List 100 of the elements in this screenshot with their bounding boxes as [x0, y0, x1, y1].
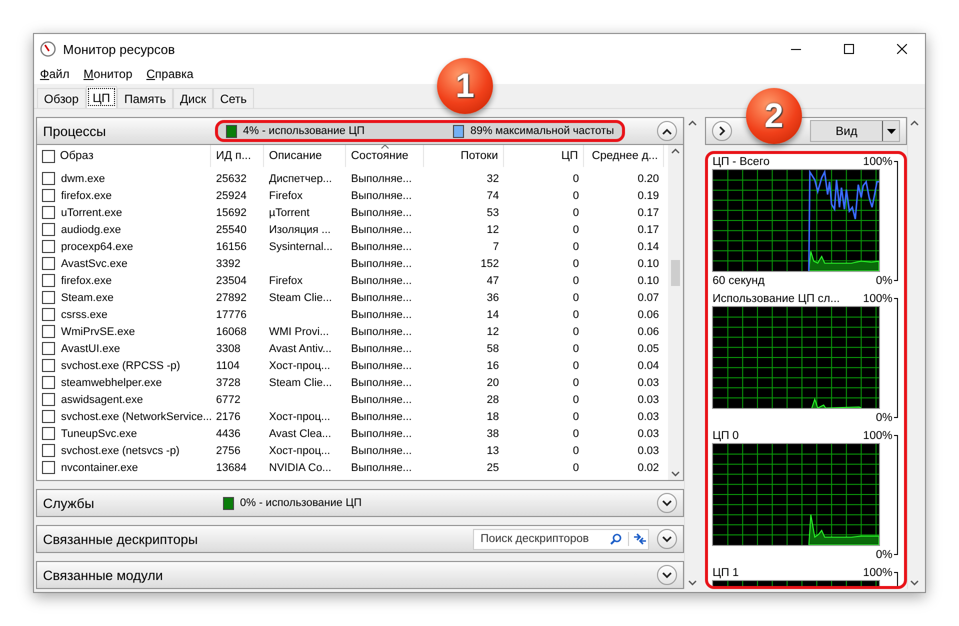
checkbox[interactable]	[42, 342, 55, 355]
graph-title: ЦП 0	[712, 430, 739, 442]
table-cell-text: 0	[572, 224, 580, 236]
table-cell-text: 0.17	[636, 224, 660, 236]
checkbox[interactable]	[42, 376, 55, 389]
table-cell: TuneupSvc.exe	[61, 428, 138, 440]
tab[interactable]: Обзор	[37, 88, 86, 108]
column-header[interactable]: ЦП	[504, 145, 584, 167]
table-cell: audiodg.exe	[61, 224, 121, 236]
checkbox[interactable]	[42, 461, 55, 474]
table-cell-text: Диспетчер...	[268, 172, 333, 184]
checkbox[interactable]	[42, 444, 55, 457]
table-cell-text: 0.03	[636, 428, 660, 440]
scroll-up-icon[interactable]	[910, 120, 919, 126]
checkbox[interactable]	[42, 393, 55, 406]
tab[interactable]: Диск	[172, 88, 214, 108]
tab[interactable]: ЦП	[86, 86, 118, 108]
checkbox[interactable]	[42, 410, 55, 423]
checkbox[interactable]	[42, 240, 55, 253]
scrollbar[interactable]	[668, 145, 684, 480]
table-cell-text: 0.02	[636, 462, 660, 474]
expand-toggle[interactable]	[657, 565, 678, 585]
table-cell-text: 47	[486, 274, 500, 286]
view-dropdown[interactable]: Вид	[810, 120, 900, 142]
column-header[interactable]: Состояние	[346, 145, 424, 167]
checkbox[interactable]	[42, 325, 55, 338]
collapse-panel-button[interactable]	[712, 121, 732, 141]
table-cell-text: 0.05	[636, 342, 660, 354]
scroll-down-icon[interactable]	[688, 580, 697, 586]
column-header[interactable]: Описание	[264, 145, 346, 167]
checkbox[interactable]	[42, 427, 55, 440]
table-cell-text: Выполняе...	[350, 410, 413, 422]
graph-min-label: 0%	[876, 274, 892, 286]
checkbox[interactable]	[42, 206, 55, 219]
checkbox[interactable]	[42, 223, 55, 236]
table-cell-text: 58	[486, 342, 500, 354]
scroll-thumb[interactable]	[671, 260, 680, 286]
table-cell-text: 15692	[215, 206, 248, 218]
column-header[interactable]: Потоки	[424, 145, 504, 167]
table-cell: svchost.exe (netsvcs -p)	[61, 444, 180, 456]
expand-toggle[interactable]	[657, 121, 678, 141]
checkbox[interactable]	[42, 257, 55, 270]
checkbox[interactable]	[42, 172, 55, 185]
table-cell-text: Выполняе...	[350, 240, 413, 252]
column-header[interactable]: Среднее д...	[584, 145, 664, 167]
table-cell-text: 28	[486, 394, 500, 406]
menu-item[interactable]: Файл	[40, 67, 70, 81]
section-header[interactable]: Связанные модули	[36, 561, 684, 589]
chevron-down-icon	[662, 572, 672, 578]
search-box[interactable]: Поиск дескрипторов	[473, 528, 650, 550]
window-title: Монитор ресурсов	[63, 42, 176, 56]
dropdown-caret-icon	[886, 128, 896, 134]
checkbox[interactable]	[42, 359, 55, 372]
chevron-up-icon	[662, 128, 672, 134]
section-header[interactable]: Процессы 4% - использование ЦП 89% максимальной частоты	[36, 117, 684, 145]
checkbox[interactable]	[42, 189, 55, 202]
table-cell-text: Выполняе...	[350, 274, 413, 286]
table-cell: uTorrent.exe	[61, 206, 122, 218]
checkbox[interactable]	[42, 150, 55, 162]
tab[interactable]: Память	[117, 88, 173, 108]
table-cell-text: 36	[486, 292, 500, 304]
table-cell-text: 0	[572, 394, 580, 406]
menu-item[interactable]: Справка	[146, 67, 194, 81]
table-cell-text: Выполняе...	[350, 376, 413, 388]
table-cell-text: 2176	[215, 410, 242, 422]
section-title: Связанные модули	[43, 568, 164, 582]
expand-toggle[interactable]	[657, 529, 678, 549]
section-header[interactable]: Службы 0% - использование ЦП	[36, 489, 684, 517]
search-icon[interactable]	[610, 533, 622, 545]
chevron-down-icon	[662, 536, 672, 542]
table-cell-text: 16	[486, 360, 500, 372]
table-cell-text: 0.14	[636, 240, 660, 252]
column-header[interactable]: Образ	[37, 145, 211, 167]
expand-toggle[interactable]	[657, 493, 678, 513]
search-field[interactable]: Поиск дескрипторов	[478, 532, 610, 546]
scroll-down-icon[interactable]	[671, 471, 680, 477]
scroll-down-icon[interactable]	[910, 580, 919, 586]
tab[interactable]: Сеть	[213, 88, 254, 108]
close-icon	[897, 44, 907, 54]
scroll-up-icon[interactable]	[688, 120, 697, 126]
section-header[interactable]: Связанные дескрипторы Поиск дескрипторов	[36, 525, 684, 553]
table-cell-text: 7	[492, 240, 500, 252]
table-cell-text: 27892	[215, 292, 248, 304]
menu-item[interactable]: Монитор	[84, 67, 132, 81]
column-header[interactable]: ИД п...	[211, 145, 264, 167]
table-cell-text: 0.03	[636, 394, 660, 406]
scroll-up-icon[interactable]	[671, 148, 680, 154]
checkbox[interactable]	[42, 291, 55, 304]
checkbox[interactable]	[42, 274, 55, 287]
table-cell-text: Выполняе...	[350, 360, 413, 372]
table-cell-text: 13	[486, 444, 500, 456]
checkbox[interactable]	[42, 308, 55, 321]
table-cell-text: 0.19	[636, 190, 660, 202]
table-cell-text: 25540	[215, 224, 248, 236]
table-cell-text: Sysinternal...	[268, 240, 334, 252]
refresh-icon[interactable]	[628, 532, 648, 546]
maximize-icon	[844, 44, 854, 54]
table-cell: dwm.exe	[61, 172, 106, 184]
table-cell-text: 1104	[215, 360, 241, 372]
stat-text: 0% - использование ЦП	[240, 497, 362, 509]
